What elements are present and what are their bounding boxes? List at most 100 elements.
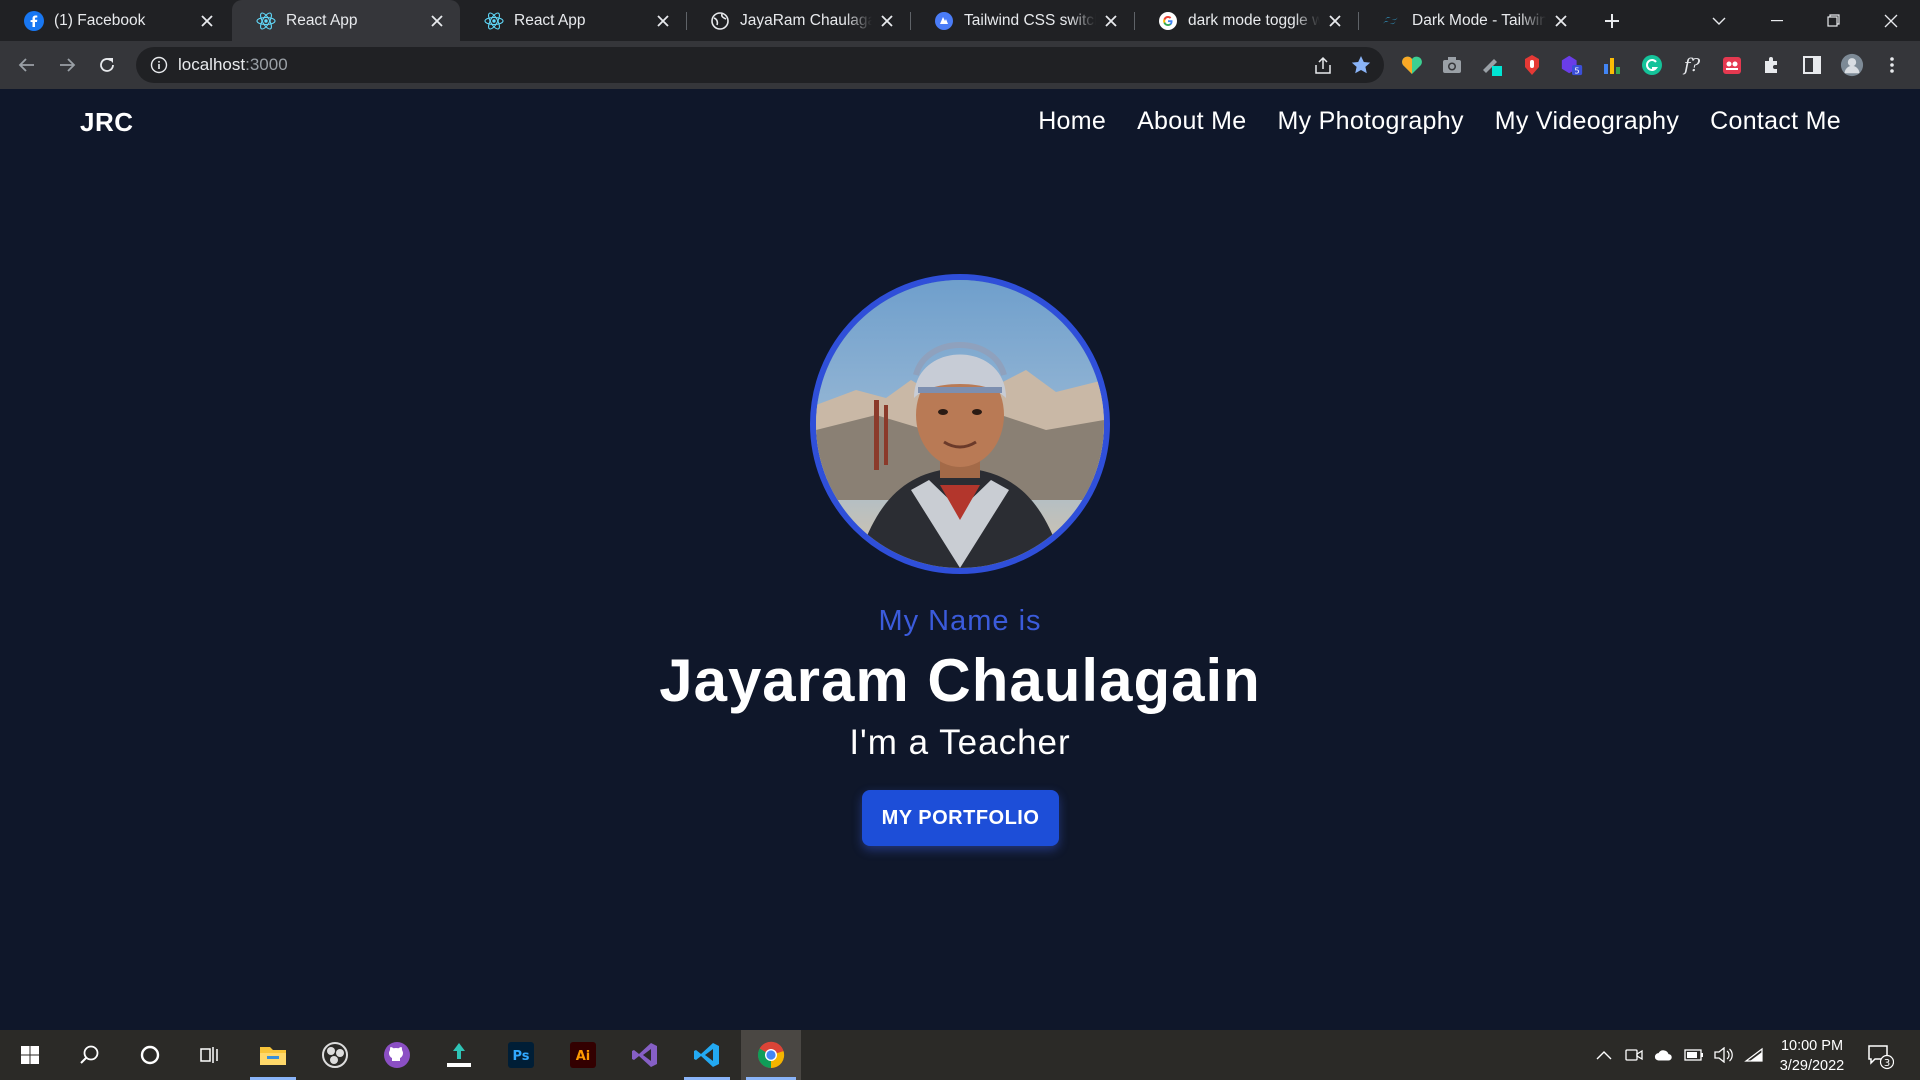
close-icon[interactable] [198, 12, 216, 30]
close-icon[interactable] [1552, 12, 1570, 30]
close-icon[interactable] [428, 12, 446, 30]
action-center-button[interactable]: 3 [1866, 1042, 1895, 1070]
wifi-icon[interactable] [1744, 1045, 1764, 1065]
tab-dark-mode-tailwind[interactable]: Dark Mode - Tailwind [1358, 0, 1584, 41]
side-panel-icon[interactable] [1800, 53, 1824, 77]
obs-icon [322, 1042, 348, 1068]
battery-icon[interactable] [1684, 1045, 1704, 1065]
tab-title: JayaRam Chaulagain - [740, 11, 872, 29]
google-icon [1158, 11, 1178, 31]
cortana-button[interactable] [122, 1030, 178, 1080]
clock-time: 10:00 PM [1780, 1038, 1844, 1054]
chrome-taskbar-button[interactable] [741, 1030, 801, 1080]
start-button[interactable] [2, 1030, 58, 1080]
my-portfolio-button[interactable]: MY PORTFOLIO [862, 790, 1059, 846]
font-finder-icon[interactable]: f? [1680, 53, 1704, 77]
address-bar[interactable]: localhost:3000 [136, 47, 1384, 83]
restore-icon [1826, 14, 1840, 27]
chrome-menu-button[interactable] [1880, 53, 1904, 77]
tab-title: Dark Mode - Tailwind [1412, 11, 1546, 29]
gift-extension-icon[interactable] [1720, 53, 1744, 77]
folder-icon [260, 1047, 286, 1065]
illustrator-icon: Ai [570, 1042, 596, 1068]
taskbar-clock[interactable]: 10:00 PM 3/29/2022 [1770, 1036, 1854, 1076]
color-picker-extension-icon[interactable] [1480, 53, 1504, 77]
profile-avatar[interactable] [1840, 53, 1864, 77]
tab-title: dark mode toggle wit [1188, 11, 1320, 29]
close-icon [1884, 14, 1898, 27]
bookmark-star-icon[interactable] [1350, 54, 1372, 76]
close-icon[interactable] [878, 12, 896, 30]
close-icon[interactable] [1102, 12, 1120, 30]
illustrator-button[interactable]: Ai [555, 1030, 611, 1080]
minimize-button[interactable] [1748, 0, 1806, 41]
new-tab-button[interactable] [1600, 9, 1624, 33]
tab-title: Tailwind CSS switch / [964, 11, 1096, 29]
nav-my-photography[interactable]: My Photography [1278, 107, 1464, 136]
photoshop-button[interactable]: Ps [493, 1030, 549, 1080]
tab-tailwind-css-switch[interactable]: Tailwind CSS switch / [910, 0, 1134, 41]
reload-button[interactable] [92, 50, 122, 80]
share-icon[interactable] [1312, 55, 1334, 77]
chevron-down-icon [1712, 17, 1726, 25]
profile-photo [810, 274, 1110, 574]
arrow-left-icon [18, 58, 34, 72]
file-explorer-button[interactable] [245, 1030, 301, 1080]
tab-react-app-active[interactable]: React App [232, 0, 460, 41]
vscode-button[interactable] [679, 1030, 735, 1080]
nav-my-videography[interactable]: My Videography [1495, 107, 1679, 136]
plus-icon [1605, 14, 1619, 28]
url-host: localhost [178, 55, 246, 74]
stop-hand-extension-icon[interactable] [1520, 53, 1544, 77]
close-icon[interactable] [654, 12, 672, 30]
visual-studio-icon [632, 1043, 657, 1067]
url-text[interactable]: localhost:3000 [178, 55, 288, 75]
sourcetree-button[interactable] [431, 1030, 487, 1080]
download-app-icon [447, 1043, 471, 1067]
extensions-puzzle-icon[interactable] [1760, 53, 1784, 77]
info-icon[interactable] [150, 56, 168, 74]
main-nav: Home About Me My Photography My Videogra… [1038, 107, 1841, 136]
grammarly-icon[interactable] [1640, 53, 1664, 77]
forward-button[interactable] [52, 50, 82, 80]
hero-name: Jayaram Chaulagain [659, 647, 1261, 714]
tab-search-button[interactable] [1690, 0, 1748, 41]
badge-extension-icon[interactable]: 5 [1560, 53, 1584, 77]
react-icon [256, 11, 276, 31]
nav-home[interactable]: Home [1038, 107, 1106, 136]
analytics-extension-icon[interactable] [1600, 53, 1624, 77]
meet-now-icon[interactable] [1624, 1045, 1644, 1065]
notification-icon: 3 [1868, 1045, 1895, 1070]
tab-title: React App [514, 11, 586, 29]
show-hidden-icons[interactable] [1594, 1045, 1614, 1065]
obs-button[interactable] [307, 1030, 363, 1080]
tab-jayaram-chaulagain[interactable]: JayaRam Chaulagain - [686, 0, 910, 41]
hero-subtitle: My Name is [878, 605, 1042, 637]
windows-icon [21, 1046, 39, 1064]
task-view-button[interactable] [182, 1030, 238, 1080]
volume-icon[interactable] [1713, 1045, 1733, 1065]
tab-react-app[interactable]: React App [460, 0, 686, 41]
github-desktop-button[interactable] [369, 1030, 425, 1080]
tab-dark-mode-toggle[interactable]: dark mode toggle wit [1134, 0, 1358, 41]
nav-about-me[interactable]: About Me [1137, 107, 1246, 136]
camera-extension-icon[interactable] [1440, 53, 1464, 77]
back-button[interactable] [12, 50, 42, 80]
nav-contact-me[interactable]: Contact Me [1710, 107, 1841, 136]
heart-extension-icon[interactable] [1400, 53, 1424, 77]
svg-text:Ps: Ps [512, 1049, 529, 1064]
restore-button[interactable] [1804, 0, 1862, 41]
extension-badge: 5 [1574, 65, 1579, 75]
site-logo[interactable]: JRC [80, 107, 134, 138]
visual-studio-button[interactable] [617, 1030, 673, 1080]
tab-title: (1) Facebook [54, 11, 146, 29]
search-button[interactable] [62, 1030, 118, 1080]
tab-facebook[interactable]: (1) Facebook [0, 0, 230, 41]
cortana-icon [140, 1045, 160, 1065]
close-window-button[interactable] [1862, 0, 1920, 41]
tailwind-icon [1382, 11, 1402, 31]
kebab-menu-icon [1890, 57, 1894, 73]
url-port: :3000 [245, 55, 288, 74]
onedrive-icon[interactable] [1654, 1045, 1674, 1065]
close-icon[interactable] [1326, 12, 1344, 30]
